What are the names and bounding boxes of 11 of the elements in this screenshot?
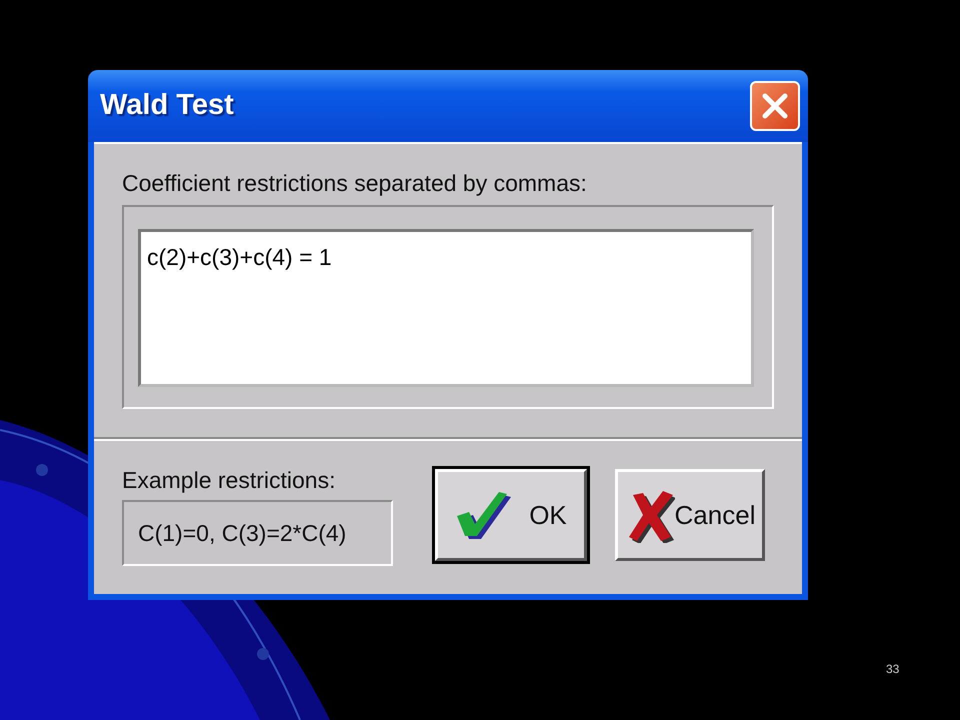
window-title: Wald Test xyxy=(100,88,234,124)
restrictions-label: Coefficient restrictions separated by commas: xyxy=(122,172,588,195)
cancel-button[interactable]: Cancel xyxy=(615,469,765,561)
close-icon xyxy=(761,92,789,120)
checkmark-icon xyxy=(455,489,514,541)
example-text: C(1)=0, C(3)=2*C(4) xyxy=(122,500,393,566)
close-button[interactable] xyxy=(750,81,800,131)
ok-button[interactable]: OK xyxy=(435,469,587,561)
restrictions-field[interactable]: c(2)+c(3)+c(4) = 1 xyxy=(138,229,754,387)
example-label: Example restrictions: xyxy=(122,469,336,492)
slide-number: 33 xyxy=(886,661,900,678)
